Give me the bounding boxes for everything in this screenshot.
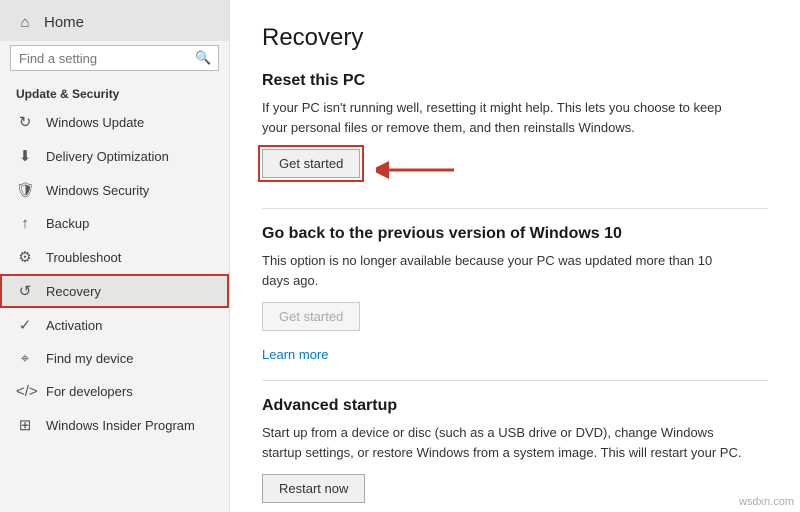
divider-1 bbox=[262, 208, 768, 209]
sidebar-item-windows-insider[interactable]: ⊞ Windows Insider Program bbox=[0, 408, 229, 442]
advanced-startup-desc: Start up from a device or disc (such as … bbox=[262, 423, 742, 462]
home-icon: ⌂ bbox=[16, 14, 34, 31]
sidebar-item-label: Backup bbox=[46, 216, 89, 231]
sidebar-section-label: Update & Security bbox=[0, 81, 229, 105]
activation-icon: ✓ bbox=[16, 316, 34, 334]
sidebar-item-label: Windows Insider Program bbox=[46, 418, 195, 433]
sidebar-item-find-my-device[interactable]: ⌖ Find my device bbox=[0, 342, 229, 375]
sidebar-home-button[interactable]: ⌂ Home bbox=[0, 0, 229, 41]
delivery-optimization-icon: ⬇ bbox=[16, 147, 34, 165]
sidebar-item-label: Delivery Optimization bbox=[46, 149, 169, 164]
search-box[interactable]: 🔍 bbox=[10, 45, 219, 71]
watermark: wsdxn.com bbox=[739, 496, 794, 508]
sidebar: ⌂ Home 🔍 Update & Security ↻ Windows Upd… bbox=[0, 0, 230, 512]
advanced-startup-title: Advanced startup bbox=[262, 397, 768, 415]
sidebar-item-label: Windows Update bbox=[46, 115, 144, 130]
reset-pc-btn-row: Get started bbox=[262, 149, 768, 194]
sidebar-item-label: Windows Security bbox=[46, 183, 149, 198]
go-back-title: Go back to the previous version of Windo… bbox=[262, 225, 768, 243]
troubleshoot-icon: ⚙ bbox=[16, 248, 34, 266]
red-arrow-icon bbox=[376, 155, 456, 188]
windows-update-icon: ↻ bbox=[16, 113, 34, 131]
sidebar-item-label: For developers bbox=[46, 384, 133, 399]
search-icon: 🔍 bbox=[195, 50, 211, 66]
reset-pc-title: Reset this PC bbox=[262, 72, 768, 90]
sidebar-item-troubleshoot[interactable]: ⚙ Troubleshoot bbox=[0, 240, 229, 274]
go-back-desc: This option is no longer available becau… bbox=[262, 251, 742, 290]
sidebar-home-label: Home bbox=[44, 14, 84, 31]
backup-icon: ↑ bbox=[16, 215, 34, 232]
sidebar-item-activation[interactable]: ✓ Activation bbox=[0, 308, 229, 342]
windows-insider-icon: ⊞ bbox=[16, 416, 34, 434]
get-started-button[interactable]: Get started bbox=[262, 149, 360, 178]
for-developers-icon: </> bbox=[16, 383, 34, 400]
sidebar-item-label: Activation bbox=[46, 318, 102, 333]
search-input[interactable] bbox=[19, 51, 195, 66]
sidebar-item-delivery-optimization[interactable]: ⬇ Delivery Optimization bbox=[0, 139, 229, 173]
windows-security-icon: 🛡 bbox=[16, 181, 34, 199]
recovery-icon: ↺ bbox=[16, 282, 34, 300]
advanced-startup-section: Advanced startup Start up from a device … bbox=[262, 397, 768, 512]
go-back-button: Get started bbox=[262, 302, 360, 331]
find-my-device-icon: ⌖ bbox=[16, 350, 34, 367]
sidebar-item-recovery[interactable]: ↺ Recovery bbox=[0, 274, 229, 308]
reset-pc-section: Reset this PC If your PC isn't running w… bbox=[262, 72, 768, 194]
go-back-section: Go back to the previous version of Windo… bbox=[262, 225, 768, 362]
sidebar-item-label: Recovery bbox=[46, 284, 101, 299]
learn-more-link[interactable]: Learn more bbox=[262, 347, 768, 362]
page-title: Recovery bbox=[262, 24, 768, 52]
sidebar-item-for-developers[interactable]: </> For developers bbox=[0, 375, 229, 408]
sidebar-item-label: Troubleshoot bbox=[46, 250, 121, 265]
sidebar-item-windows-security[interactable]: 🛡 Windows Security bbox=[0, 173, 229, 207]
restart-now-button[interactable]: Restart now bbox=[262, 474, 365, 503]
reset-pc-desc: If your PC isn't running well, resetting… bbox=[262, 98, 742, 137]
sidebar-item-label: Find my device bbox=[46, 351, 133, 366]
main-content: Recovery Reset this PC If your PC isn't … bbox=[230, 0, 800, 512]
divider-2 bbox=[262, 380, 768, 381]
sidebar-item-backup[interactable]: ↑ Backup bbox=[0, 207, 229, 240]
sidebar-item-windows-update[interactable]: ↻ Windows Update bbox=[0, 105, 229, 139]
